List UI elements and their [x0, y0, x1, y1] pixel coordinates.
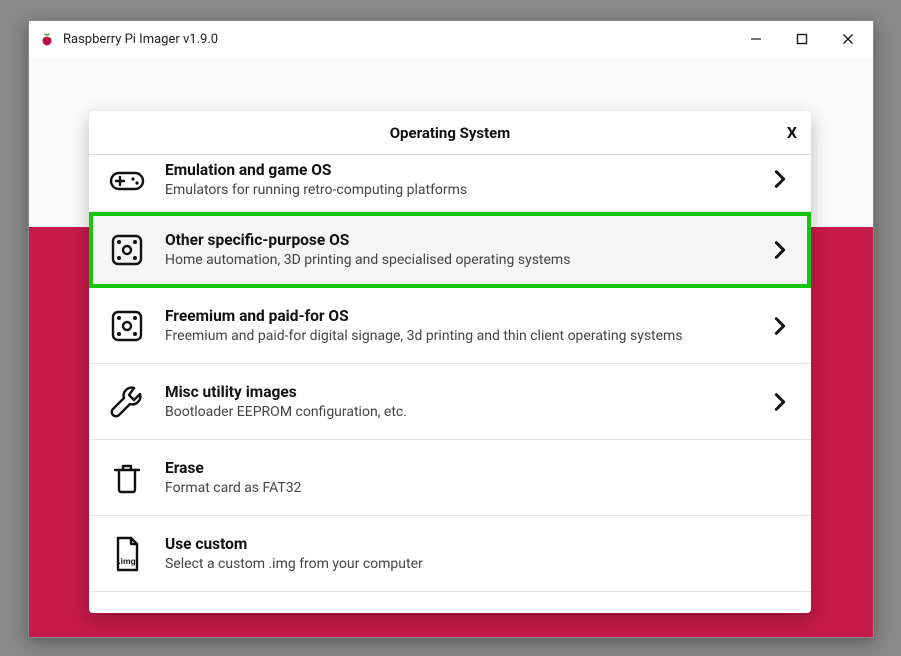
os-item-desc: Home automation, 3D printing and special…: [165, 252, 751, 268]
os-item-desc: Select a custom .img from your computer: [165, 556, 751, 572]
raspberry-pi-icon: [39, 31, 55, 47]
minimize-button[interactable]: [733, 24, 779, 54]
titlebar: Raspberry Pi Imager v1.9.0: [29, 21, 873, 57]
chevron-right-icon: [769, 315, 791, 337]
os-item-title: Other specific-purpose OS: [165, 231, 751, 249]
window-controls: [733, 24, 871, 54]
os-list-item[interactable]: Other specific-purpose OS Home automation…: [89, 212, 811, 288]
os-item-title: Freemium and paid-for OS: [165, 307, 751, 325]
os-item-desc: Format card as FAT32: [165, 480, 751, 496]
os-list-item[interactable]: Freemium and paid-for OS Freemium and pai…: [89, 288, 811, 364]
imgfile-icon: .img: [107, 534, 147, 574]
os-item-desc: Bootloader EEPROM configuration, etc.: [165, 404, 751, 420]
dialog-title: Operating System: [89, 124, 811, 142]
gamepad-icon: [107, 159, 147, 199]
os-dialog: Operating System X Emulation and game OS…: [89, 111, 811, 613]
os-item-text: Freemium and paid-for OS Freemium and pai…: [165, 307, 751, 344]
die-icon: [107, 230, 147, 270]
os-item-desc: Freemium and paid-for digital signage, 3…: [165, 328, 751, 344]
os-item-text: Emulation and game OS Emulators for runni…: [165, 161, 751, 198]
chevron-right-icon: [769, 391, 791, 413]
os-item-title: Misc utility images: [165, 383, 751, 401]
wrench-icon: [107, 382, 147, 422]
window-title: Raspberry Pi Imager v1.9.0: [63, 32, 733, 47]
window: Raspberry Pi Imager v1.9.0 Operating Sys…: [28, 20, 874, 638]
os-list-item[interactable]: Misc utility images Bootloader EEPROM con…: [89, 364, 811, 440]
chevron-right-icon: [769, 168, 791, 190]
os-list-item[interactable]: Emulation and game OS Emulators for runni…: [89, 155, 811, 212]
os-list[interactable]: Emulation and game OS Emulators for runni…: [89, 155, 811, 613]
dialog-close-button[interactable]: X: [787, 111, 797, 154]
app-body: Operating System X Emulation and game OS…: [29, 57, 873, 637]
close-window-button[interactable]: [825, 24, 871, 54]
die-icon: [107, 306, 147, 346]
chevron-right-icon: [769, 239, 791, 261]
os-item-title: Use custom: [165, 535, 751, 553]
os-list-item[interactable]: .img Use custom Select a custom .img from…: [89, 516, 811, 592]
dialog-header: Operating System X: [89, 111, 811, 155]
os-list-item[interactable]: Erase Format card as FAT32: [89, 440, 811, 516]
svg-text:.img: .img: [118, 556, 135, 566]
os-item-text: Misc utility images Bootloader EEPROM con…: [165, 383, 751, 420]
os-item-title: Emulation and game OS: [165, 161, 751, 179]
trash-icon: [107, 458, 147, 498]
maximize-button[interactable]: [779, 24, 825, 54]
os-item-title: Erase: [165, 459, 751, 477]
os-item-text: Use custom Select a custom .img from your…: [165, 535, 751, 572]
os-item-text: Other specific-purpose OS Home automation…: [165, 231, 751, 268]
os-item-text: Erase Format card as FAT32: [165, 459, 751, 496]
os-item-desc: Emulators for running retro-computing pl…: [165, 182, 751, 198]
